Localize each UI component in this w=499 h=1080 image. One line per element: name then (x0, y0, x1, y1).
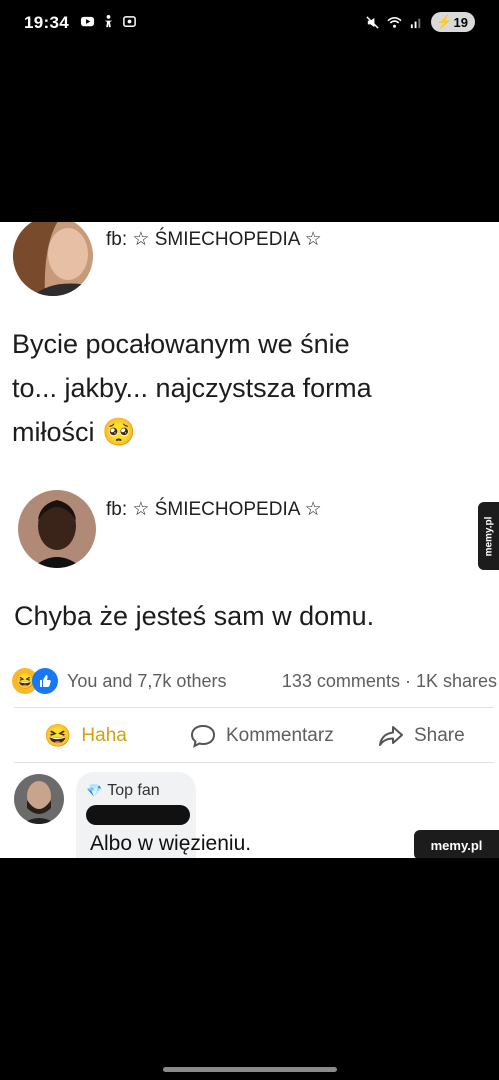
haha-icon: 😆 (44, 723, 72, 748)
avatar (18, 490, 96, 568)
haha-label: Haha (81, 725, 127, 746)
battery-level: 19 (453, 14, 468, 30)
reaction-icons: 😆 (12, 668, 58, 694)
mute-icon (366, 15, 379, 29)
wifi-icon (387, 16, 402, 28)
bolt-icon: ⚡ (436, 14, 453, 29)
side-watermark: memy.pl (478, 502, 499, 570)
post-text: Chyba że jesteś sam w domu. (14, 601, 375, 631)
comment-button[interactable]: Kommentarz (190, 716, 334, 756)
post-line: Bycie pocałowanym we śnie (12, 329, 350, 359)
comment-label: Kommentarz (226, 725, 334, 746)
page-name: fb: ☆ ŚMIECHOPEDIA ☆ (106, 229, 322, 250)
post-line: miłości 🥺 (12, 417, 136, 447)
haha-button[interactable]: 😆 Haha (44, 716, 127, 756)
avatar (13, 222, 93, 296)
divider (14, 762, 494, 763)
share-button[interactable]: Share (378, 716, 465, 756)
youtube-icon (80, 16, 95, 27)
post-text: Bycie pocałowanym we śnie to... jakby...… (12, 322, 372, 454)
avatar[interactable] (14, 774, 64, 824)
status-time: 19:34 (24, 13, 69, 32)
signal-icon (411, 18, 421, 28)
status-bar: 19:34 ⚡ 19 (0, 0, 499, 46)
top-fan-badge: 💎 Top fan (86, 782, 160, 800)
divider (14, 707, 494, 708)
share-label: Share (414, 725, 465, 746)
comment-text: Albo w więzieniu. (90, 832, 252, 855)
page-name: fb: ☆ ŚMIECHOPEDIA ☆ (106, 499, 322, 520)
redacted-commenter-name (86, 805, 190, 825)
post-line: to... jakby... najczystsza forma (12, 373, 372, 403)
status-right-icons: ⚡ 19 (365, 12, 475, 32)
comment-icon (190, 724, 216, 748)
diamond-icon: 💎 (86, 783, 103, 798)
meme-image: fb: ☆ ŚMIECHOPEDIA ☆ Bycie pocałowanym w… (0, 222, 499, 858)
battery-icon: ⚡ 19 (431, 12, 475, 32)
comments-shares-count[interactable]: 133 comments · 1K shares (282, 671, 497, 692)
reactions-row: 😆 You and 7,7k others 133 comments · 1K … (12, 666, 499, 698)
share-icon (379, 726, 403, 746)
accessibility-icon (104, 14, 113, 28)
side-watermark-label: memy.pl (483, 516, 494, 556)
likes-count[interactable]: You and 7,7k others (67, 671, 226, 692)
watermark: memy.pl (414, 830, 499, 858)
status-left-icons (80, 14, 137, 29)
screenshot-icon (123, 16, 136, 27)
home-indicator[interactable] (163, 1067, 337, 1072)
badge-label: Top fan (107, 782, 160, 799)
like-reaction-icon (32, 668, 58, 694)
